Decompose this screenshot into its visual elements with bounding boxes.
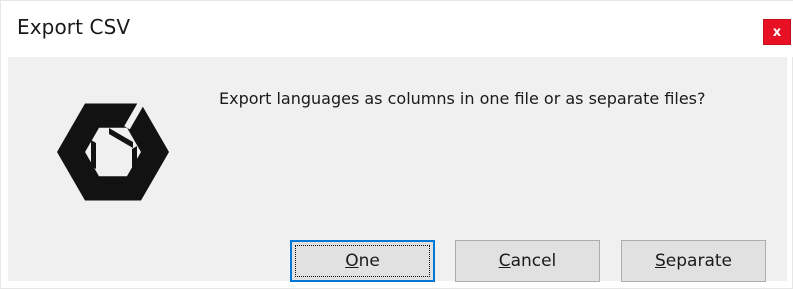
dialog-content: Export languages as columns in one file … [8, 57, 787, 223]
unity-logo-icon [56, 101, 170, 201]
unity-logo-cube-shape [56, 103, 170, 201]
close-icon: x [772, 24, 782, 40]
separate-button[interactable]: Separate [621, 240, 766, 282]
unity-logo-inner-left [91, 140, 96, 169]
cancel-button-label: Cancel [498, 251, 557, 271]
title-bar[interactable]: Export CSV x [1, 1, 793, 57]
button-bar: One Cancel Separate [8, 223, 787, 282]
dialog-message: Export languages as columns in one file … [219, 89, 706, 108]
close-button[interactable]: x [763, 19, 791, 45]
separate-button-label: Separate [655, 251, 732, 271]
cancel-button[interactable]: Cancel [455, 240, 600, 282]
one-button-label: One [345, 251, 380, 271]
one-button[interactable]: One [290, 240, 435, 282]
dialog-window: Export CSV x Export languages as columns… [0, 0, 793, 289]
window-title: Export CSV [17, 15, 131, 39]
unity-logo-inner-right [132, 146, 137, 173]
